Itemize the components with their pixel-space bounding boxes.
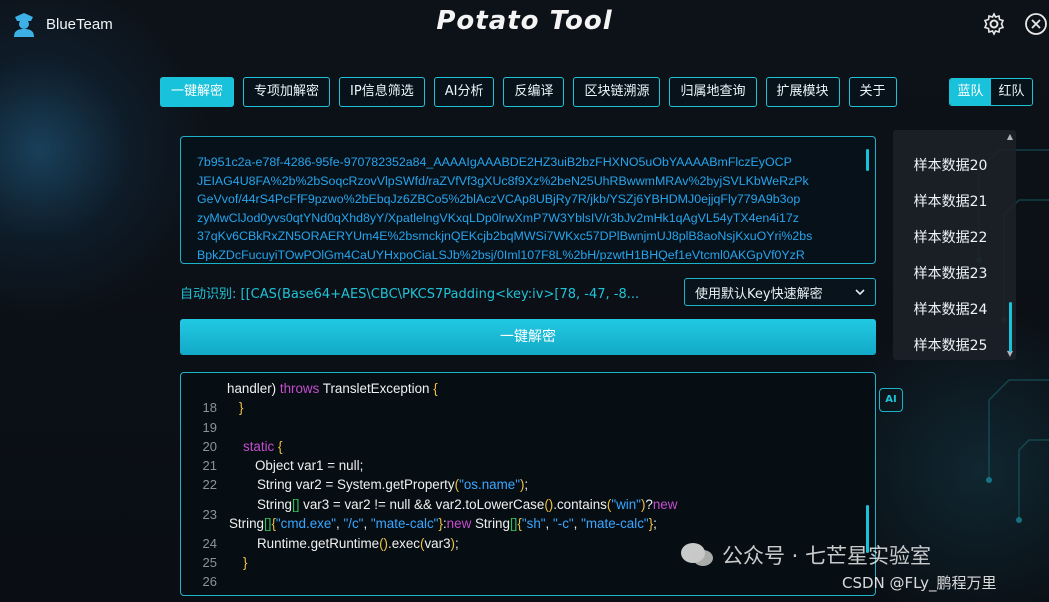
decrypt-mode-select[interactable]: 使用默认Key快速解密	[684, 278, 876, 306]
auto-detect-value: [[CAS(Base64+AES\CBC\PKCS7Padding<key:iv…	[240, 287, 640, 302]
main-tabs: 一键解密 专项加解密 IP信息筛选 AI分析 反编译 区块链溯源 归属地查询 扩…	[160, 77, 897, 107]
team-toggle: 蓝队 红队	[949, 78, 1033, 106]
app-title: Potato Tool	[436, 6, 613, 36]
blue-team-button[interactable]: 蓝队	[950, 79, 991, 105]
channel-name: 公众号 · 七芒星实验室	[722, 544, 932, 568]
red-team-button[interactable]: 红队	[991, 79, 1032, 105]
list-item[interactable]: 样本数据22	[893, 227, 1008, 247]
auto-detect-row: 自动识别: [[CAS(Base64+AES\CBC\PKCS7Padding<…	[180, 283, 670, 302]
tab-about[interactable]: 关于	[848, 77, 897, 107]
cipher-line: JEIAG4U8FA%2b%2bSoqcRzovVlpSWfd/raZVfVf3…	[197, 173, 809, 188]
tab-decompile[interactable]: 反编译	[503, 77, 565, 107]
line-number: 18	[202, 400, 217, 415]
line-number: 19	[202, 420, 217, 435]
decrypt-mode-value: 使用默认Key快速解密	[695, 286, 823, 302]
wechat-icon	[681, 543, 713, 566]
cipher-line: zyMwClJod0yvs0qtYNd0qXhd8yY/XpatlelngVKx…	[197, 210, 799, 225]
csdn-watermark: CSDN @FLy_鹏程万里	[842, 574, 997, 592]
cipher-line: 37qKv6CBkRxZN5ORAERYUm4E%2bsmckjnQEKcjb2…	[197, 229, 813, 243]
input-scrollbar[interactable]	[866, 149, 869, 171]
line-number: 21	[202, 458, 217, 473]
chevron-down-icon	[855, 289, 865, 296]
scroll-up-icon[interactable]: ▲	[1007, 132, 1013, 141]
list-item[interactable]: 样本数据21	[893, 191, 1008, 211]
cipher-line: BpkZDcFucuyiTOwPOlGm4CaUYHxpoCiaLSJb%2bs…	[197, 247, 805, 262]
gear-icon[interactable]	[982, 12, 1006, 36]
sample-data-list[interactable]: 样本数据20 样本数据21 样本数据22 样本数据23 样本数据24 样本数据2…	[893, 130, 1016, 360]
tab-location-lookup[interactable]: 归属地查询	[669, 77, 757, 107]
tab-special-crypto[interactable]: 专项加解密	[243, 77, 331, 107]
auto-detect-label: 自动识别:	[180, 287, 237, 302]
line-number: 20	[202, 439, 217, 454]
tab-blockchain-trace[interactable]: 区块链溯源	[573, 77, 661, 107]
line-number: 25	[202, 555, 217, 570]
ai-icon[interactable]: AI	[879, 388, 903, 412]
list-item[interactable]: 样本数据20	[893, 155, 1008, 175]
list-item[interactable]: 样本数据25	[893, 335, 1008, 355]
line-number: 26	[202, 574, 217, 589]
cipher-line: GeVvof/44rS4PcFfF9pzwo%2bEbqJz6ZBCo5%2bl…	[197, 192, 801, 206]
tab-ai-analysis[interactable]: AI分析	[433, 77, 495, 107]
line-number: 24	[202, 536, 217, 551]
list-item[interactable]: 样本数据24	[893, 299, 1008, 319]
line-number: 23	[202, 507, 217, 522]
tab-ip-filter[interactable]: IP信息筛选	[339, 77, 425, 107]
one-click-decrypt-button[interactable]: 一键解密	[180, 319, 876, 355]
list-scrollbar[interactable]	[1009, 302, 1012, 352]
channel-watermark: 公众号 · 七芒星实验室	[680, 540, 931, 570]
cipher-input[interactable]: 7b951c2a-e78f-4286-95fe-970782352a84_AAA…	[180, 136, 876, 264]
line-number: 22	[202, 477, 217, 492]
list-item[interactable]: 样本数据23	[893, 263, 1008, 283]
tab-one-click-decrypt[interactable]: 一键解密	[160, 77, 235, 107]
close-icon[interactable]	[1024, 12, 1048, 36]
tab-extensions[interactable]: 扩展模块	[765, 77, 840, 107]
cipher-line: 7b951c2a-e78f-4286-95fe-970782352a84_AAA…	[197, 155, 792, 169]
cipher-input-text[interactable]: 7b951c2a-e78f-4286-95fe-970782352a84_AAA…	[197, 153, 851, 261]
